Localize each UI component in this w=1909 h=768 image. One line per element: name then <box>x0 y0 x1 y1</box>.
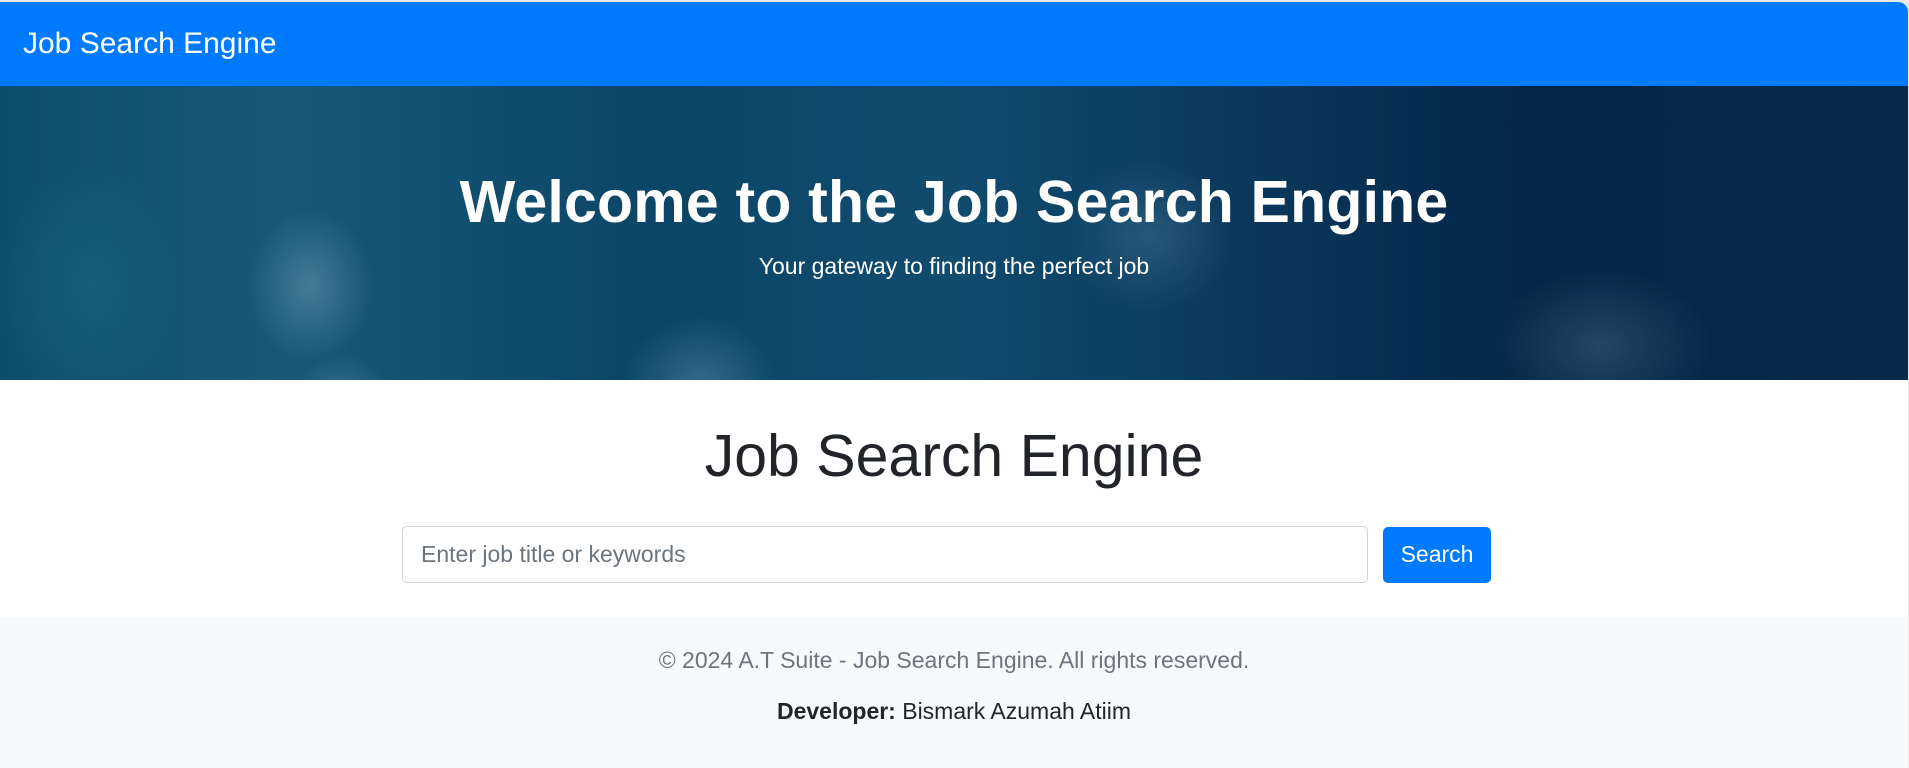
footer-copyright: © 2024 A.T Suite - Job Search Engine. Al… <box>658 647 1250 673</box>
hero-banner: Welcome to the Job Search Engine Your ga… <box>0 86 1908 380</box>
search-button[interactable]: Search <box>1383 526 1491 583</box>
search-form: Search <box>402 526 1491 583</box>
developer-name: Bismark Azumah Atiim <box>902 698 1132 724</box>
developer-label: Developer: <box>776 698 896 724</box>
hero-subtitle: Your gateway to finding the perfect job <box>758 253 1150 279</box>
main-content: Job Search Engine Search <box>0 380 1908 617</box>
hero-title: Welcome to the Job Search Engine <box>459 169 1449 235</box>
navbar-brand-link[interactable]: Job Search Engine <box>23 27 277 61</box>
footer: © 2024 A.T Suite - Job Search Engine. Al… <box>0 617 1908 768</box>
navbar: Job Search Engine <box>0 2 1908 86</box>
footer-developer: Developer: Bismark Azumah Atiim <box>0 698 1908 725</box>
page: Job Search Engine Welcome to the Job Sea… <box>0 2 1908 768</box>
page-title: Job Search Engine <box>704 423 1204 489</box>
search-input[interactable] <box>402 526 1368 583</box>
